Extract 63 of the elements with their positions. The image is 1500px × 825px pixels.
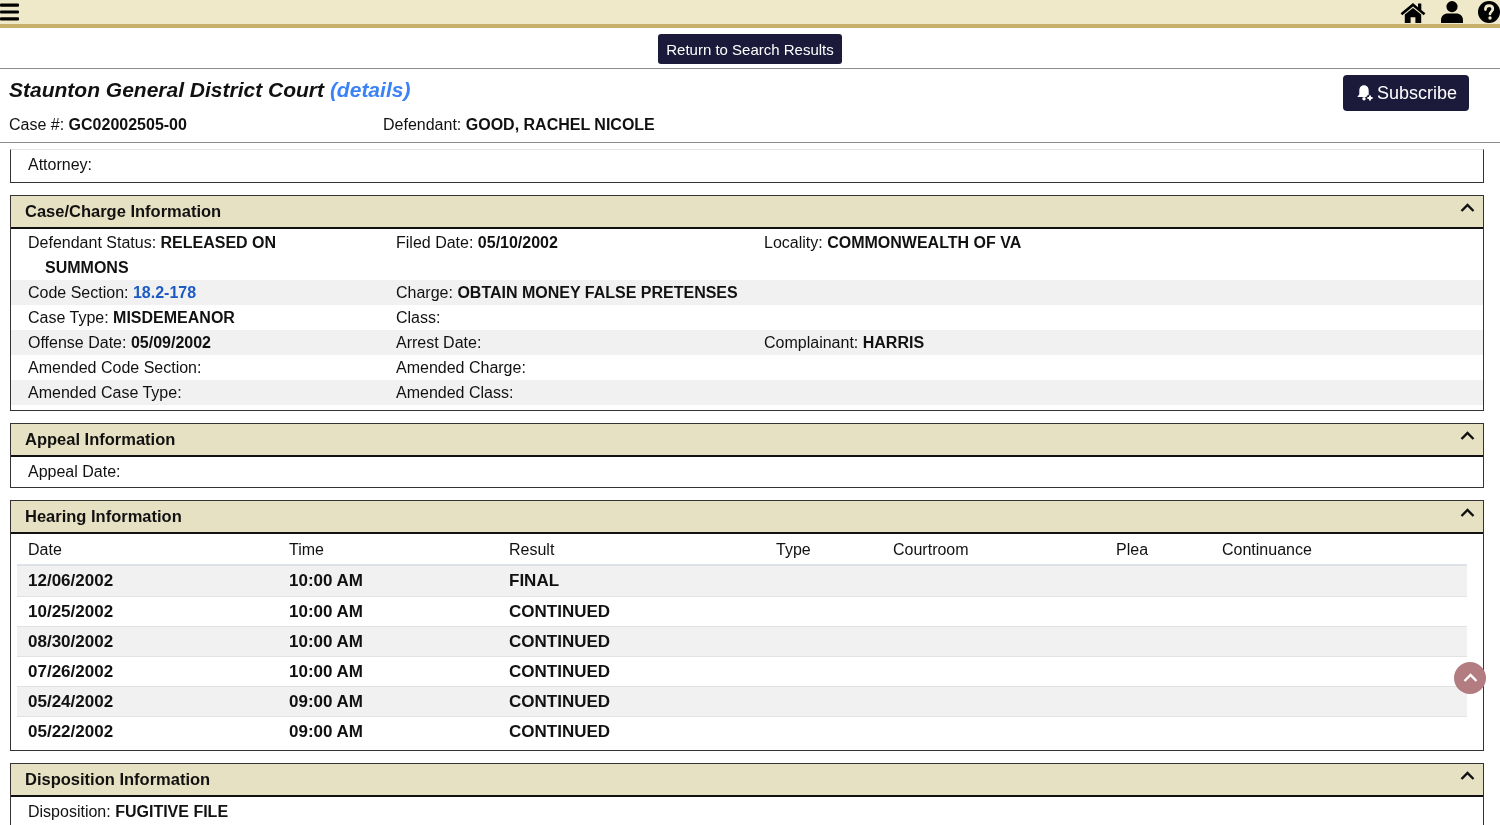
bell-plus-icon (1355, 84, 1374, 102)
section-title: Hearing Information (25, 507, 182, 526)
field-text: Defendant: GOOD, RACHEL NICOLE (383, 116, 655, 133)
column-header: Type (775, 540, 812, 560)
help-icon[interactable] (1478, 1, 1500, 23)
table-cell-text: 10:00 AM (288, 661, 364, 682)
table-cell-text: 09:00 AM (288, 691, 364, 712)
table-cell-text: CONTINUED (508, 691, 612, 712)
field-text: Case #: GC02002505-00 (9, 116, 187, 133)
column-header: Date (27, 540, 63, 560)
user-icon[interactable] (1441, 1, 1463, 23)
menu-icon[interactable] (0, 3, 19, 21)
field-text: Appeal Date: (28, 463, 121, 480)
chevron-up-icon[interactable] (1460, 430, 1475, 441)
chevron-up-icon[interactable] (1460, 202, 1475, 213)
table-cell-text: CONTINUED (508, 661, 612, 682)
column-header: Plea (1115, 540, 1150, 560)
field-text: Class: (396, 309, 441, 326)
section-title: Disposition Information (25, 770, 211, 789)
section-title: Appeal Information (25, 430, 176, 449)
value-link[interactable]: 18.2-178 (132, 284, 197, 301)
court-name: Staunton General District Court (9, 78, 325, 101)
table-cell-text: 10:00 AM (288, 571, 364, 591)
field-text: Complainant: HARRIS (764, 334, 925, 351)
field-text: Disposition: FUGITIVE FILE (28, 803, 229, 820)
table-cell-text: CONTINUED (508, 601, 612, 622)
field-text: Arrest Date: (396, 334, 482, 351)
table-cell-text: 08/30/2002 (27, 631, 115, 652)
field-text: Amended Class: (396, 384, 514, 401)
field-text: Amended Case Type: (28, 384, 182, 401)
field-text: Charge: OBTAIN MONEY FALSE PRETENSES (396, 284, 738, 301)
field-text: Filed Date: 05/10/2002 (396, 234, 558, 251)
table-cell-text: FINAL (508, 571, 561, 591)
field-text: Code Section: 18.2-178 (28, 284, 197, 301)
chevron-up-icon[interactable] (1460, 507, 1475, 518)
home-icon[interactable] (1400, 1, 1426, 23)
field-text: Amended Charge: (396, 359, 526, 376)
chevron-up-icon[interactable] (1460, 770, 1475, 781)
table-cell-text: 05/22/2002 (27, 721, 115, 742)
field-text: Offense Date: 05/09/2002 (28, 334, 211, 351)
table-cell-text: 10:00 AM (288, 601, 364, 622)
column-header: Time (288, 540, 325, 560)
field-text: Defendant Status: RELEASED ON SUMMONS (28, 234, 277, 276)
field-text: Attorney: (28, 156, 93, 173)
field-text: Amended Code Section: (28, 359, 202, 376)
table-cell-text: 10:00 AM (288, 631, 364, 652)
field-text: Locality: COMMONWEALTH OF VA (764, 234, 1022, 251)
field-text: Case Type: MISDEMEANOR (28, 309, 235, 326)
table-cell-text: 12/06/2002 (27, 571, 115, 591)
column-header: Result (508, 540, 556, 560)
chevron-up-icon (1462, 673, 1478, 683)
table-cell-text: CONTINUED (508, 631, 612, 652)
details-link[interactable]: (details) (329, 78, 411, 101)
table-cell-text: CONTINUED (508, 721, 612, 742)
return-button[interactable]: Return to Search Results (658, 34, 842, 64)
table-cell-text: 05/24/2002 (27, 691, 115, 712)
subscribe-button[interactable]: Subscribe (1342, 75, 1469, 111)
table-cell-text: 10/25/2002 (27, 601, 115, 622)
column-header: Courtroom (892, 540, 970, 560)
table-cell-text: 09:00 AM (288, 721, 364, 742)
section-title: Case/Charge Information (25, 202, 222, 221)
column-header: Continuance (1221, 540, 1313, 560)
table-cell-text: 07/26/2002 (27, 661, 115, 682)
